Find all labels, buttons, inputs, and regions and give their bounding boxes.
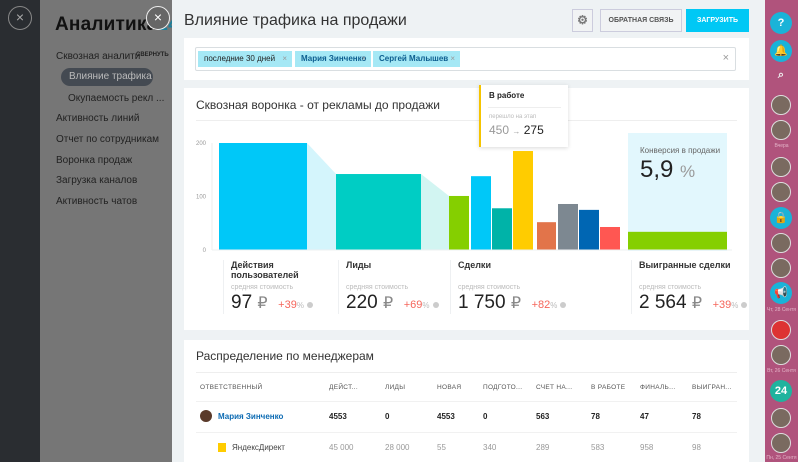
- help-icon[interactable]: [432, 302, 439, 308]
- manager-link[interactable]: Мария Зинченко: [218, 412, 283, 421]
- bar-4[interactable]: [492, 208, 512, 250]
- sidebar-item-channels[interactable]: Загрузка каналов: [56, 175, 137, 186]
- column-header[interactable]: СЧЕТ НА...: [536, 384, 572, 391]
- table-cell: 78: [591, 412, 600, 421]
- stat-block: Лиды средняя стоимость 220 ₽ +69%: [338, 260, 451, 314]
- bar-6[interactable]: [537, 222, 556, 250]
- column-header[interactable]: ВЫИГРАН...: [692, 384, 732, 391]
- column-header[interactable]: ПОДГОТО...: [483, 384, 522, 391]
- table-cell: 45 000: [329, 443, 354, 452]
- lock-icon[interactable]: 🔒: [770, 207, 792, 229]
- bitrix24-icon[interactable]: 24: [770, 380, 792, 402]
- sidebar-subitem-traffic[interactable]: Влияние трафика ...: [61, 68, 153, 86]
- column-header[interactable]: ДЕЙСТ...: [329, 384, 358, 391]
- table-cell: 0: [385, 412, 390, 421]
- column-header[interactable]: ОТВЕТСТВЕННЫЙ: [200, 384, 263, 391]
- bell-icon[interactable]: 🔔: [770, 40, 792, 62]
- avatar[interactable]: [771, 345, 791, 365]
- bar-1[interactable]: [336, 174, 421, 250]
- table-cell: 28 000: [385, 443, 410, 452]
- search-icon[interactable]: ⌕: [770, 64, 792, 86]
- avatar[interactable]: [771, 408, 791, 428]
- left-panel: ×: [0, 0, 40, 462]
- bar-8[interactable]: [579, 209, 599, 250]
- y-tick-label: 0: [203, 248, 207, 254]
- avatar[interactable]: [771, 233, 791, 253]
- bar-10[interactable]: [628, 231, 727, 250]
- megaphone-icon[interactable]: 📢: [770, 282, 792, 304]
- stat-block: Действия пользователей средняя стоимость…: [223, 260, 336, 314]
- collapse-button[interactable]: СВЕРНУТЬ: [136, 52, 169, 58]
- sidebar-item-lines[interactable]: Активность линий: [56, 113, 139, 124]
- column-header[interactable]: ФИНАЛЬ...: [640, 384, 675, 391]
- managers-title: Распределение по менеджерам: [196, 349, 374, 363]
- conversion-label: Конверсия в продажи: [640, 146, 721, 155]
- table-cell: 4553: [329, 412, 347, 421]
- sidebar-item-funnel[interactable]: Воронка продаж: [56, 155, 132, 166]
- avatar[interactable]: [771, 320, 791, 340]
- table-cell: 0: [483, 412, 488, 421]
- funnel-connector: [307, 143, 336, 250]
- stat-block: Сделки средняя стоимость 1 750 ₽ +82%: [450, 260, 567, 314]
- avatar[interactable]: [771, 182, 791, 202]
- table-cell: 4553: [437, 412, 455, 421]
- yandex-icon: [218, 443, 226, 452]
- column-header[interactable]: ЛИДЫ: [385, 384, 405, 391]
- stat-block: Выигранные сделки средняя стоимость 2 56…: [631, 260, 748, 314]
- bar-0[interactable]: [219, 143, 307, 250]
- table-cell: 958: [640, 443, 654, 452]
- table-cell: 340: [483, 443, 497, 452]
- bar-7[interactable]: [558, 203, 578, 250]
- sidebar: Аналитика24 × Сквозная аналити СВЕРНУТЬ …: [40, 0, 179, 462]
- table-cell: 563: [536, 412, 550, 421]
- tooltip: В работе перешло на этап 450 → 275: [479, 85, 568, 147]
- table-cell: 55: [437, 443, 446, 452]
- avatar[interactable]: [771, 95, 791, 115]
- table-cell: 98: [692, 443, 701, 452]
- help-icon[interactable]: [307, 302, 314, 308]
- y-tick-label: 200: [196, 141, 207, 147]
- help-icon[interactable]: [560, 302, 567, 308]
- help-button[interactable]: ?: [770, 12, 792, 34]
- y-tick-label: 100: [196, 195, 207, 201]
- bar-5[interactable]: [513, 151, 533, 250]
- close-sidebar-icon[interactable]: ×: [146, 6, 170, 30]
- sidebar-item-employees[interactable]: Отчет по сотрудникам: [56, 134, 159, 145]
- help-icon[interactable]: [741, 302, 748, 308]
- table-cell: 289: [536, 443, 550, 452]
- bar-9[interactable]: [600, 226, 620, 250]
- avatar[interactable]: [771, 157, 791, 177]
- sidebar-subitem-roi[interactable]: Окупаемость рекл ...: [68, 93, 164, 104]
- column-header[interactable]: В РАБОТЕ: [591, 384, 625, 391]
- sidebar-item-chats[interactable]: Активность чатов: [56, 196, 137, 207]
- column-header[interactable]: НОВАЯ: [437, 384, 461, 391]
- table-cell: 78: [692, 412, 701, 421]
- close-icon[interactable]: ×: [8, 6, 32, 30]
- avatar[interactable]: [771, 120, 791, 140]
- right-bar: ? 🔔 ⌕ Вчера 🔒 📢 Чт, 28 Сентя Вт, 26 Сент…: [765, 0, 798, 462]
- bar-3[interactable]: [471, 176, 491, 250]
- avatar: [200, 410, 212, 422]
- avatar[interactable]: [771, 433, 791, 453]
- funnel-connector: [421, 174, 449, 250]
- table-cell: 47: [640, 412, 649, 421]
- main-panel: Влияние трафика на продажи ⚙ ОБРАТНАЯ СВ…: [172, 0, 765, 462]
- table-cell: 583: [591, 443, 605, 452]
- bar-2[interactable]: [449, 195, 469, 250]
- avatar[interactable]: [771, 258, 791, 278]
- sidebar-item-skvoznaya[interactable]: Сквозная аналити: [56, 51, 140, 62]
- conversion-value: 5,9 %: [640, 156, 696, 183]
